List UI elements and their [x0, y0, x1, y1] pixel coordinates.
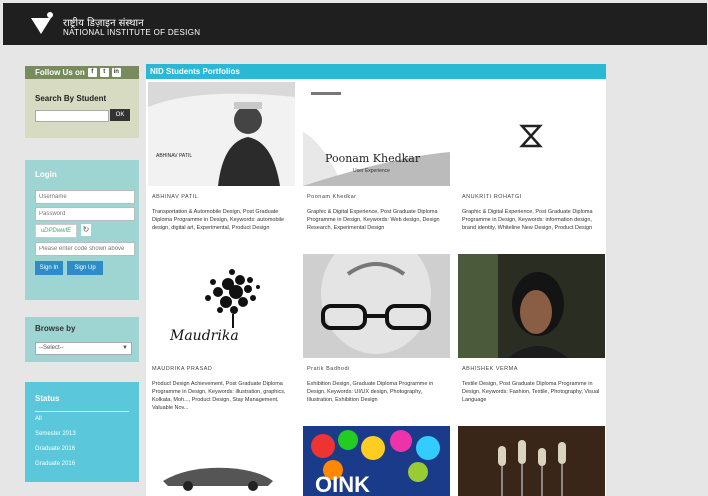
follow-search-panel: Follow Us on f t in Search By Student OK	[25, 66, 139, 138]
linkedin-icon[interactable]: in	[111, 68, 121, 77]
org-name-english: NATIONAL INSTITUTE OF DESIGN	[63, 28, 201, 37]
student-name[interactable]: Poonam Khedkar	[307, 194, 357, 200]
portfolio-thumbnail[interactable]: ABHINAV PATIL	[148, 82, 295, 186]
portfolio-card[interactable]: ABHINAV PATIL ABHINAV PATIL Transportati…	[148, 82, 295, 252]
status-divider	[35, 411, 129, 412]
portfolio-description: Transportation & Automobile Design, Post…	[152, 209, 285, 231]
student-name[interactable]: ANUKRITI ROHATGI	[462, 194, 522, 200]
portfolio-thumbnail[interactable]: Maudrika	[148, 254, 295, 358]
portfolio-thumbnail[interactable]	[303, 254, 450, 358]
status-item-semester[interactable]: Semester 2013	[35, 431, 76, 437]
student-search-input[interactable]	[35, 110, 109, 122]
svg-text:OINK: OINK	[315, 472, 370, 496]
portfolio-thumbnail[interactable]	[458, 426, 605, 496]
portfolio-card[interactable]	[148, 426, 295, 496]
portfolio-description: Graphic & Digital Experience, Post Gradu…	[462, 209, 593, 231]
sign-in-button[interactable]: Sign In	[35, 261, 63, 275]
student-name[interactable]: MAUDRIKA PRASAD	[152, 366, 212, 372]
site-header: राष्ट्रीय डिज़ाइन संस्थान NATIONAL INSTI…	[3, 3, 707, 45]
follow-title: Follow Us on	[35, 68, 85, 77]
browse-title: Browse by	[35, 324, 76, 333]
portfolio-card[interactable]: ABHISHEK VERMA Textile Design, Post Grad…	[458, 254, 605, 424]
password-input[interactable]	[35, 207, 135, 221]
portfolio-thumbnail[interactable]: OINK	[303, 426, 450, 496]
portfolio-card[interactable]	[458, 426, 605, 496]
svg-text:Poonam Khedkar: Poonam Khedkar	[325, 152, 421, 165]
facebook-icon[interactable]: f	[87, 68, 97, 77]
org-name-hindi: राष्ट्रीय डिज़ाइन संस्थान	[63, 18, 144, 29]
follow-title-bar: Follow Us on f t in	[25, 66, 139, 79]
status-item-graduate-b[interactable]: Graduate 2016	[35, 461, 75, 467]
student-name[interactable]: ABHISHEK VERMA	[462, 366, 518, 372]
twitter-icon[interactable]: t	[99, 68, 109, 77]
chevron-down-icon: ▼	[122, 345, 128, 351]
svg-text:User Experience: User Experience	[353, 168, 390, 174]
search-ok-button[interactable]: OK	[110, 109, 130, 121]
portfolio-thumbnail[interactable]	[148, 426, 295, 496]
portfolio-description: Product Design Achievement, Post Graduat…	[152, 381, 286, 411]
portfolio-main: NID Students Portfolios ABHINAV PATIL AB…	[146, 64, 606, 496]
portfolio-card[interactable]: Poonam Khedkar User Experience Poonam Kh…	[303, 82, 450, 252]
svg-text:ABHINAV PATIL: ABHINAV PATIL	[156, 153, 192, 159]
portfolio-card[interactable]: Pratik Badhodi Exhibition Design, Gradua…	[303, 254, 450, 424]
portfolio-thumbnail[interactable]	[458, 82, 605, 186]
browse-select[interactable]: --Select-- ▼	[35, 342, 132, 355]
portfolio-card[interactable]: OINK	[303, 426, 450, 496]
status-item-all[interactable]: All	[35, 416, 42, 422]
portfolio-card[interactable]: Maudrika MAUDRIKA PRASAD Product Design …	[148, 254, 295, 424]
status-panel: Status All Semester 2013 Graduate 2016 G…	[25, 382, 139, 482]
captcha-refresh-icon[interactable]: ↻	[81, 224, 91, 236]
browse-select-value: --Select--	[39, 345, 64, 351]
svg-text:Maudrika: Maudrika	[169, 328, 239, 344]
browse-panel: Browse by --Select-- ▼	[25, 317, 139, 362]
login-panel: Login uDPDwwfE ↻ Sign In Sign Up	[25, 160, 139, 300]
nid-logo-icon[interactable]	[31, 12, 53, 36]
sign-up-button[interactable]: Sign Up	[67, 261, 103, 275]
portfolio-description: Exhibition Design, Graduate Diploma Prog…	[307, 381, 434, 403]
portfolio-description: Textile Design, Post Graduate Diploma Pr…	[462, 381, 600, 403]
captcha-input[interactable]	[35, 242, 135, 256]
portfolio-thumbnail[interactable]: Poonam Khedkar User Experience	[303, 82, 450, 186]
login-title: Login	[35, 170, 57, 179]
username-input[interactable]	[35, 190, 135, 204]
portfolio-thumbnail[interactable]	[458, 254, 605, 358]
portfolio-title: NID Students Portfolios	[146, 64, 606, 79]
portfolio-description: Graphic & Digital Experience, Post Gradu…	[307, 209, 440, 231]
status-item-graduate-a[interactable]: Graduate 2016	[35, 446, 75, 452]
student-name[interactable]: Pratik Badhodi	[307, 366, 350, 372]
status-title: Status	[35, 394, 60, 403]
student-name[interactable]: ABHINAV PATIL	[152, 194, 198, 200]
portfolio-card[interactable]: ANUKRITI ROHATGI Graphic & Digital Exper…	[458, 82, 605, 252]
search-by-student-label: Search By Student	[35, 94, 107, 103]
captcha-image: uDPDwwfE	[35, 224, 77, 238]
